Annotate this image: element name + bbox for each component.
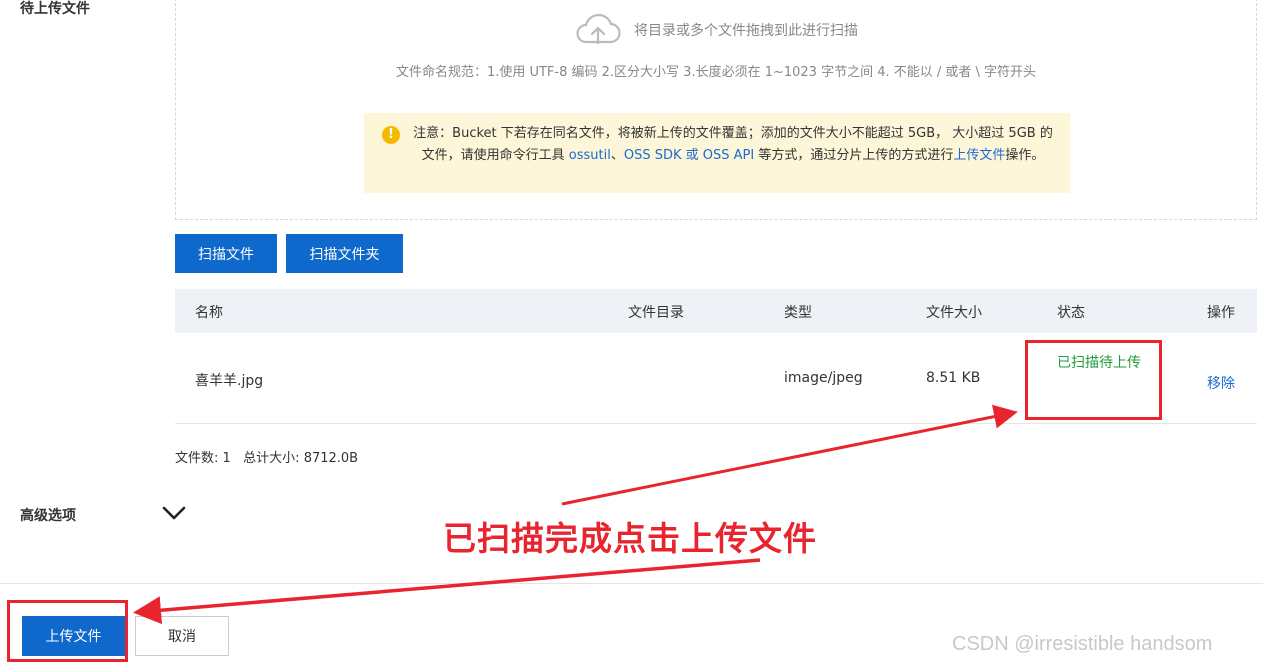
file-size-cell: 8.51 KB xyxy=(926,370,981,386)
chevron-down-icon[interactable] xyxy=(160,501,188,525)
cancel-button[interactable]: 取消 xyxy=(135,616,229,656)
file-type-cell: image/jpeg xyxy=(784,370,863,386)
pending-files-label: 待上传文件 xyxy=(20,1,90,17)
annotation-text: 已扫描完成点击上传文件 xyxy=(443,519,817,558)
column-header-name: 名称 xyxy=(195,305,223,321)
oss-api-link[interactable]: OSS API xyxy=(703,148,754,163)
upload-file-link[interactable]: 上传文件 xyxy=(953,148,1005,163)
advanced-options-label[interactable]: 高级选项 xyxy=(20,505,76,525)
arrow-to-upload xyxy=(133,558,761,625)
file-summary: 文件数: 1 总计大小: 8712.0B xyxy=(175,451,359,466)
notice-text-2: 等方式，通过分片上传的方式进行 xyxy=(754,148,954,163)
notice-sep: 、 xyxy=(610,148,624,163)
column-header-status: 状态 xyxy=(1057,305,1085,321)
footer-divider xyxy=(0,583,1263,584)
upload-highlight-box xyxy=(7,600,128,662)
notice-text-3: 操作。 xyxy=(1005,148,1045,163)
column-header-action: 操作 xyxy=(1207,305,1235,321)
watermark: CSDN @irresistible handsom xyxy=(952,633,1213,655)
warning-icon: ! xyxy=(382,126,400,144)
column-header-directory: 文件目录 xyxy=(628,305,684,321)
remove-file-link[interactable]: 移除 xyxy=(1207,373,1235,393)
drop-hint: 将目录或多个文件拖拽到此进行扫描 xyxy=(176,12,1256,48)
cloud-upload-icon xyxy=(576,13,621,45)
notice-or: 或 xyxy=(681,148,703,163)
upload-dropzone[interactable]: 将目录或多个文件拖拽到此进行扫描 文件命名规范：1.使用 UTF-8 编码 2.… xyxy=(175,0,1257,220)
column-header-size: 文件大小 xyxy=(926,305,982,321)
naming-rule-text: 文件命名规范：1.使用 UTF-8 编码 2.区分大小写 3.长度必须在 1~1… xyxy=(395,65,1037,80)
status-highlight-box xyxy=(1025,340,1162,420)
scan-folder-button[interactable]: 扫描文件夹 xyxy=(286,234,403,273)
file-table-header: 名称 文件目录 类型 文件大小 状态 操作 xyxy=(175,289,1257,333)
scan-file-button[interactable]: 扫描文件 xyxy=(175,234,277,273)
ossutil-link[interactable]: ossutil xyxy=(569,148,611,163)
column-header-type: 类型 xyxy=(784,305,812,321)
drop-hint-text: 将目录或多个文件拖拽到此进行扫描 xyxy=(634,23,858,39)
notice-box: ! 注意：Bucket 下若存在同名文件，将被新上传的文件覆盖；添加的文件大小不… xyxy=(364,113,1070,193)
arrow-to-status xyxy=(561,404,1018,506)
oss-sdk-link[interactable]: OSS SDK xyxy=(624,148,682,163)
file-name-cell: 喜羊羊.jpg xyxy=(195,373,264,389)
